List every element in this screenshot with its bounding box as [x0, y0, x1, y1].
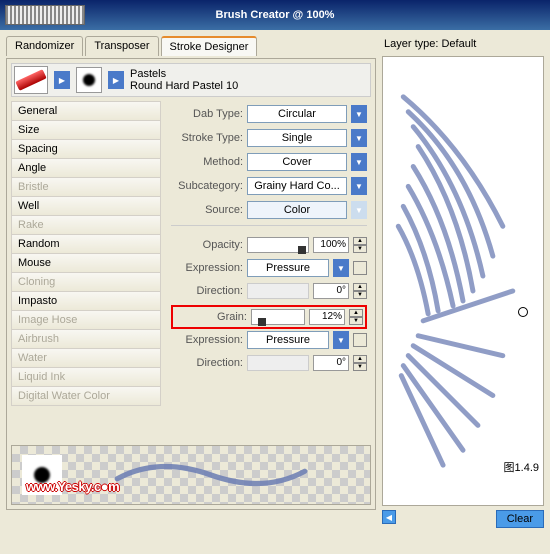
titlebar: Brush Creator @ 100% [0, 0, 550, 30]
source-arrow[interactable]: ▼ [351, 201, 367, 219]
grain-label: Grain: [175, 311, 247, 323]
brush-variant-icon[interactable] [76, 67, 102, 93]
opacity-slider[interactable] [247, 237, 309, 253]
dab-type-arrow[interactable]: ▼ [351, 105, 367, 123]
direction2-slider [247, 355, 309, 371]
watermark: www.Yesky.c●m [26, 479, 119, 494]
dab-type-label: Dab Type: [171, 108, 243, 120]
figure-label: 图1.4.9 [504, 459, 539, 475]
sidebar-item-well[interactable]: Well [11, 196, 161, 216]
sidebar-item-bristle: Bristle [11, 177, 161, 197]
sidebar: General Size Spacing Angle Bristle Well … [11, 101, 161, 405]
sidebar-item-liquid-ink: Liquid Ink [11, 367, 161, 387]
expression2-arrow[interactable]: ▼ [333, 331, 349, 349]
stroke-type-arrow[interactable]: ▼ [351, 129, 367, 147]
sidebar-item-mouse[interactable]: Mouse [11, 253, 161, 273]
sidebar-item-cloning: Cloning [11, 272, 161, 292]
expression2-select[interactable]: Pressure [247, 331, 329, 349]
stroke-preview: www.Yesky.c●m [11, 445, 371, 505]
grain-highlight: Grain: 12% ▲▼ [171, 305, 367, 329]
scratch-pad[interactable]: 图1.4.9 [382, 56, 544, 506]
tab-randomizer[interactable]: Randomizer [6, 36, 83, 56]
direction1-slider [247, 283, 309, 299]
sidebar-item-impasto[interactable]: Impasto [11, 291, 161, 311]
sidebar-item-spacing[interactable]: Spacing [11, 139, 161, 159]
source-label: Source: [171, 204, 243, 216]
sidebar-item-airbrush: Airbrush [11, 329, 161, 349]
sidebar-item-general[interactable]: General [11, 101, 161, 121]
expression1-select[interactable]: Pressure [247, 259, 329, 277]
expression2-label: Expression: [171, 334, 243, 346]
brush-category-dropdown[interactable]: ▶ [54, 71, 70, 89]
expression1-label: Expression: [171, 262, 243, 274]
brush-header: ▶ ▶ Pastels Round Hard Pastel 10 [11, 63, 371, 97]
opacity-stepper[interactable]: ▲▼ [353, 237, 367, 253]
direction2-label: Direction: [171, 357, 243, 369]
window-title: Brush Creator @ 100% [216, 9, 335, 21]
method-arrow[interactable]: ▼ [351, 153, 367, 171]
tab-stroke-designer[interactable]: Stroke Designer [161, 36, 258, 56]
sidebar-item-water: Water [11, 348, 161, 368]
scroll-left-button[interactable]: ◀ [382, 510, 396, 524]
tab-transposer[interactable]: Transposer [85, 36, 158, 56]
sidebar-item-digital-water-color: Digital Water Color [11, 386, 161, 406]
opacity-value[interactable]: 100% [313, 237, 349, 253]
expression1-invert-button[interactable] [353, 261, 367, 275]
grain-stepper[interactable]: ▲▼ [349, 309, 363, 325]
sidebar-item-random[interactable]: Random [11, 234, 161, 254]
brush-category-name: Pastels [130, 68, 238, 80]
brush-cursor-icon [518, 307, 528, 317]
subcategory-arrow[interactable]: ▼ [351, 177, 367, 195]
direction2-value: 0° [313, 355, 349, 371]
source-select[interactable]: Color [247, 201, 347, 219]
direction1-label: Direction: [171, 285, 243, 297]
sidebar-item-rake: Rake [11, 215, 161, 235]
stroke-type-label: Stroke Type: [171, 132, 243, 144]
dab-type-select[interactable]: Circular [247, 105, 347, 123]
grain-slider[interactable] [251, 309, 305, 325]
sidebar-item-image-hose: Image Hose [11, 310, 161, 330]
expression1-arrow[interactable]: ▼ [333, 259, 349, 277]
method-select[interactable]: Cover [247, 153, 347, 171]
method-label: Method: [171, 156, 243, 168]
grain-value[interactable]: 12% [309, 309, 345, 325]
brush-variant-dropdown[interactable]: ▶ [108, 71, 124, 89]
direction2-stepper: ▲▼ [353, 355, 367, 371]
subcategory-select[interactable]: Grainy Hard Co... [247, 177, 347, 195]
titlebar-grip[interactable] [5, 5, 85, 25]
layer-type: Layer type: Default [382, 36, 544, 52]
tabs: Randomizer Transposer Stroke Designer [6, 36, 376, 56]
opacity-label: Opacity: [171, 239, 243, 251]
direction1-value: 0° [313, 283, 349, 299]
brush-variant-name: Round Hard Pastel 10 [130, 80, 238, 92]
clear-button[interactable]: Clear [496, 510, 544, 528]
brush-category-icon[interactable] [14, 66, 48, 94]
sample-strokes [383, 57, 543, 505]
subcategory-label: Subcategory: [171, 180, 243, 192]
expression2-invert-button[interactable] [353, 333, 367, 347]
stroke-type-select[interactable]: Single [247, 129, 347, 147]
direction1-stepper: ▲▼ [353, 283, 367, 299]
sidebar-item-angle[interactable]: Angle [11, 158, 161, 178]
sidebar-item-size[interactable]: Size [11, 120, 161, 140]
